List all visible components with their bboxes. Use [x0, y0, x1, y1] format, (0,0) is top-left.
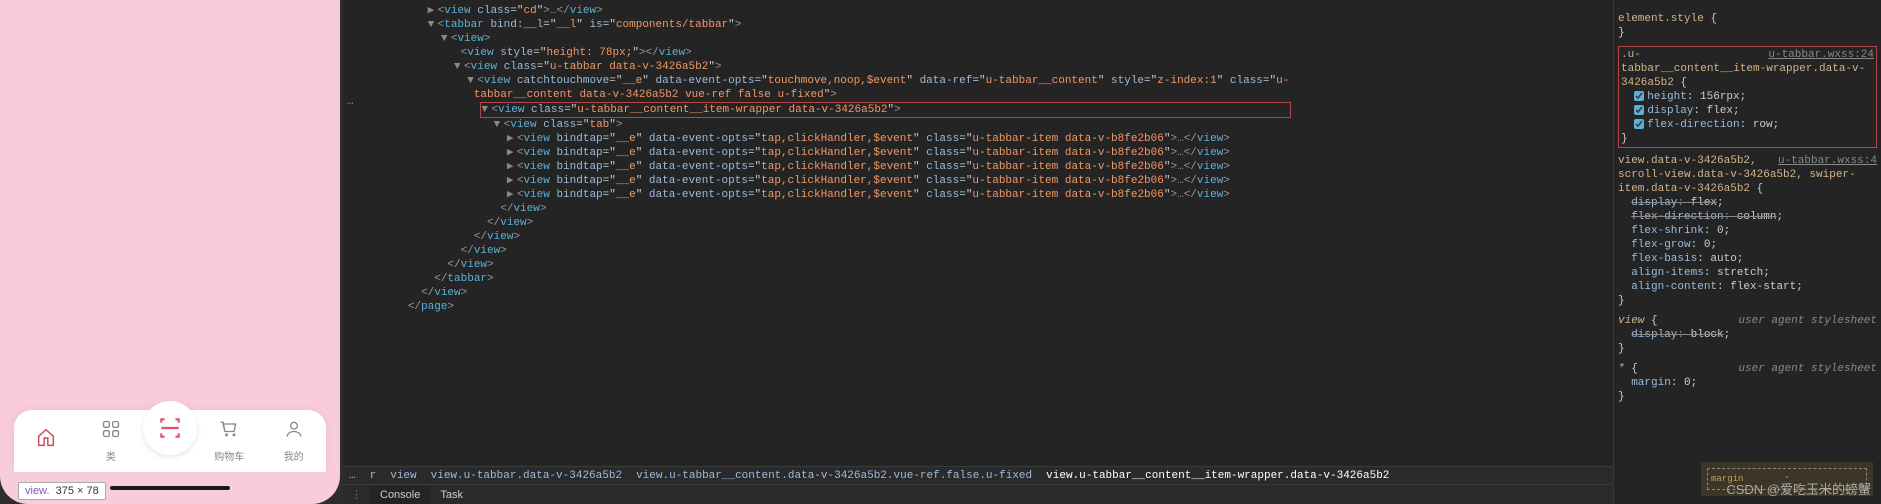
dom-node[interactable]: ▶<view bindtap="__e" data-event-opts="ta…: [351, 132, 1613, 146]
dom-node[interactable]: ▶<view bindtap="__e" data-event-opts="ta…: [351, 160, 1613, 174]
source-link[interactable]: u-tabbar.wxss:4: [1778, 154, 1877, 168]
dom-node-cont[interactable]: tabbar__content data-v-3426a5b2 vue-ref …: [351, 88, 1613, 102]
gutter-ellipsis: …: [347, 96, 354, 108]
tab-console[interactable]: Console: [370, 486, 430, 504]
tab-label: 购物车: [214, 448, 244, 464]
crumb-item[interactable]: view.u-tabbar__content.data-v-3426a5b2.v…: [636, 470, 1032, 482]
crumb-item-current[interactable]: view.u-tabbar__content__item-wrapper.dat…: [1046, 470, 1389, 482]
rule-block[interactable]: user agent stylesheet view { display: bl…: [1618, 314, 1877, 356]
expand-arrow-icon[interactable]: ▶: [507, 132, 517, 146]
expand-arrow-icon[interactable]: ▶: [507, 188, 517, 202]
expand-arrow-icon[interactable]: ▶: [507, 160, 517, 174]
drawer-tabs: ⋮ Console Task: [343, 484, 1613, 504]
crumb-item[interactable]: r: [370, 470, 377, 482]
collapse-arrow-icon[interactable]: ▼: [441, 32, 451, 46]
tab-scan-fab[interactable]: [143, 401, 197, 455]
dom-close[interactable]: </view>: [351, 216, 1613, 230]
crumb-item[interactable]: …: [349, 470, 356, 482]
watermark: CSDN @爱吃玉米的螃蟹: [1726, 479, 1871, 498]
dom-close[interactable]: </view>: [351, 286, 1613, 300]
scan-icon: [157, 415, 183, 441]
prop-toggle[interactable]: [1634, 119, 1644, 129]
prop-toggle[interactable]: [1634, 91, 1644, 101]
tab-cart[interactable]: 购物车: [197, 419, 262, 464]
dom-node[interactable]: ▶<view bindtap="__e" data-event-opts="ta…: [351, 188, 1613, 202]
rule-element-style[interactable]: element.style { }: [1618, 12, 1877, 40]
collapse-arrow-icon[interactable]: ▼: [494, 118, 504, 132]
drag-handle-icon[interactable]: ⋮: [343, 488, 370, 502]
dom-close[interactable]: </view>: [351, 230, 1613, 244]
tab-profile[interactable]: 我的: [262, 419, 327, 464]
dom-node[interactable]: ▶<view bindtap="__e" data-event-opts="ta…: [351, 146, 1613, 160]
rule-block[interactable]: u-tabbar.wxss:4 view.data-v-3426a5b2, sc…: [1618, 154, 1877, 308]
crumb-item[interactable]: view.u-tabbar.data-v-3426a5b2: [431, 470, 622, 482]
dom-breadcrumb[interactable]: … r view view.u-tabbar.data-v-3426a5b2 v…: [343, 466, 1613, 484]
dom-node-selected[interactable]: ▼<view class="u-tabbar__content__item-wr…: [351, 102, 1613, 118]
tab-label: 类: [106, 448, 116, 464]
prop-toggle[interactable]: [1634, 105, 1644, 115]
source-link: user agent stylesheet: [1738, 362, 1877, 376]
dom-node[interactable]: ▶<view bindtap="__e" data-event-opts="ta…: [351, 174, 1613, 188]
dom-node[interactable]: ▼<view class="tab">: [351, 118, 1613, 132]
cart-icon: [219, 419, 239, 446]
tab-label: 我的: [284, 448, 304, 464]
source-link: user agent stylesheet: [1738, 314, 1877, 328]
dom-node[interactable]: ▶<view class="cd">…</view>: [351, 4, 1613, 18]
dom-node[interactable]: ▼<view class="u-tabbar data-v-3426a5b2">: [351, 60, 1613, 74]
dom-elements-panel[interactable]: … ▶<view class="cd">…</view> ▼<tabbar bi…: [343, 0, 1613, 504]
tab-home[interactable]: [14, 427, 79, 456]
collapse-arrow-icon[interactable]: ▼: [454, 60, 464, 74]
rule-block[interactable]: user agent stylesheet * { margin: 0; }: [1618, 362, 1877, 404]
home-indicator: [110, 486, 230, 490]
expand-arrow-icon[interactable]: ▶: [507, 146, 517, 160]
styles-panel[interactable]: element.style { } u-tabbar.wxss:24 .u-ta…: [1613, 0, 1881, 504]
tab-category[interactable]: 类: [79, 419, 144, 464]
home-icon: [35, 427, 57, 456]
dom-node[interactable]: ▼<view catchtouchmove="__e" data-event-o…: [351, 74, 1613, 88]
collapse-arrow-icon[interactable]: ▼: [481, 103, 491, 117]
dom-node[interactable]: ▼<tabbar bind:__l="__l" is="components/t…: [351, 18, 1613, 32]
expand-arrow-icon[interactable]: ▶: [428, 4, 438, 18]
tab-task[interactable]: Task: [430, 486, 473, 504]
dom-node[interactable]: ▼<view>: [351, 32, 1613, 46]
dom-node[interactable]: <view style="height: 78px;"></view>: [351, 46, 1613, 60]
dom-close[interactable]: </tabbar>: [351, 272, 1613, 286]
source-link[interactable]: u-tabbar.wxss:24: [1768, 48, 1874, 62]
grid-icon: [101, 419, 121, 446]
tabbar: 类 购物车 我的: [14, 410, 326, 472]
dom-close[interactable]: </page>: [351, 300, 1613, 314]
dom-close[interactable]: </view>: [351, 258, 1613, 272]
rule-highlighted[interactable]: u-tabbar.wxss:24 .u-tabbar__content__ite…: [1618, 46, 1877, 148]
user-icon: [284, 419, 304, 446]
dom-close[interactable]: </view>: [351, 244, 1613, 258]
element-size-tooltip: view. 375 × 78: [18, 482, 106, 500]
collapse-arrow-icon[interactable]: ▼: [428, 18, 438, 32]
collapse-arrow-icon[interactable]: ▼: [467, 74, 477, 88]
dom-close[interactable]: </view>: [351, 202, 1613, 216]
expand-arrow-icon[interactable]: ▶: [507, 174, 517, 188]
crumb-item[interactable]: view: [390, 470, 416, 482]
phone-preview: 类 购物车 我的 view. 375 × 78: [0, 0, 340, 504]
